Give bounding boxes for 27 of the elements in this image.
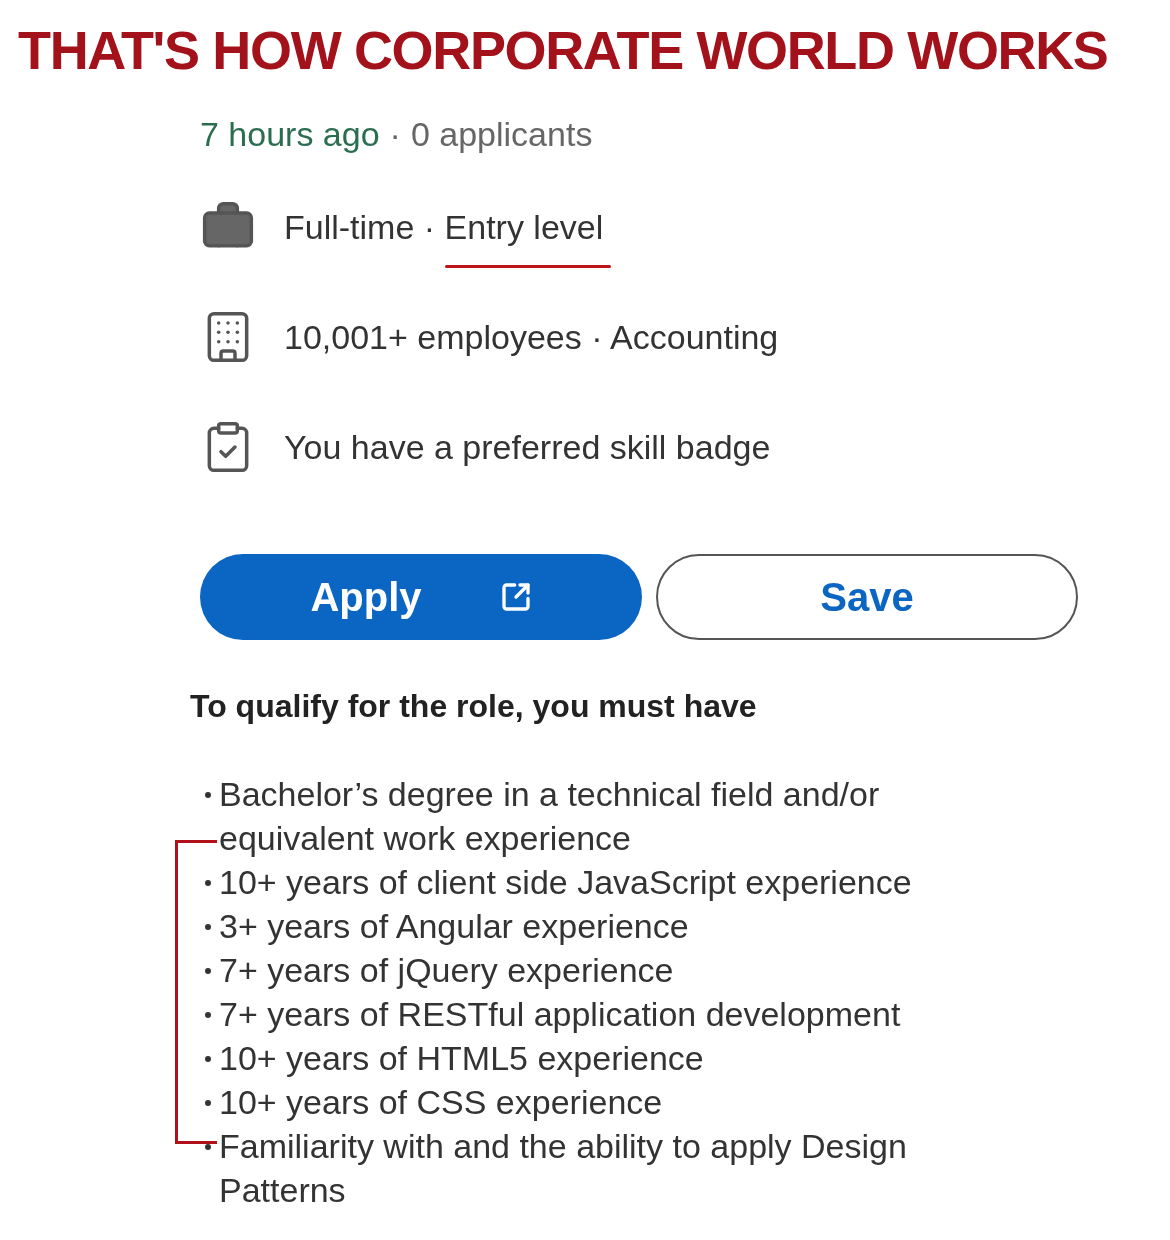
bullet-icon [205, 1100, 211, 1106]
insight-text: Full-time · Entry level [284, 201, 604, 253]
section-heading: To qualify for the role, you must have [189, 687, 758, 726]
bullet-icon [205, 792, 211, 798]
posted-time: 7 hours ago [200, 114, 380, 155]
requirement-text: 10+ years of client side JavaScript experience [219, 862, 912, 903]
applicants-count: 0 applicants [410, 114, 593, 155]
bullet-icon [205, 1144, 211, 1150]
requirement-text: Bachelor’s degree in a technical field and/or equivalent work experience [219, 774, 881, 859]
bullet-icon [205, 968, 211, 974]
requirement-text: Familiarity with and the ability to apply Design Patterns [219, 1126, 908, 1211]
bullet-icon [205, 880, 211, 886]
separator-dot: · [389, 114, 401, 155]
external-link-icon [499, 581, 532, 613]
apply-button[interactable]: Apply [200, 554, 642, 640]
requirement-text: 3+ years of Angular experience [219, 906, 689, 947]
bullet-icon [205, 1056, 211, 1062]
caption-title: THAT'S HOW CORPORATE WORLD WORKS [17, 19, 1109, 82]
requirement-text: 7+ years of RESTful application development [219, 994, 901, 1035]
requirement-text: 10+ years of CSS experience [219, 1082, 663, 1123]
requirement-text: 7+ years of jQuery experience [219, 950, 674, 991]
bullet-icon [205, 1012, 211, 1018]
bullet-icon [205, 924, 211, 930]
insight-text: You have a preferred skill badge [284, 426, 771, 468]
requirement-text: 10+ years of HTML5 experience [219, 1038, 704, 1079]
save-button[interactable]: Save [656, 554, 1078, 640]
insight-text: 10,001+ employees · Accounting [284, 316, 779, 358]
